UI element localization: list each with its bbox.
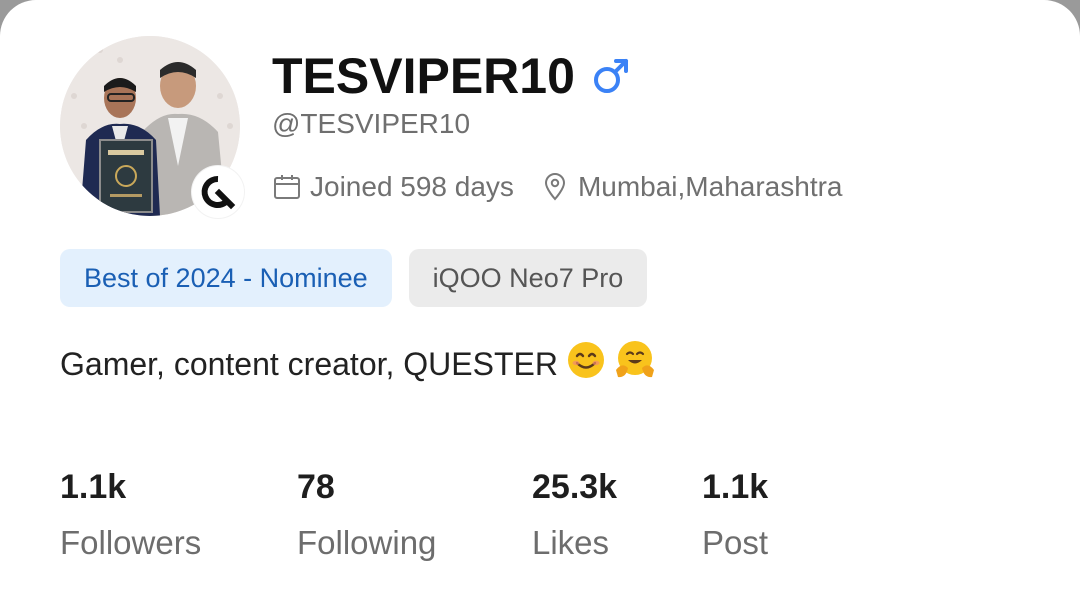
stat-following[interactable]: 78 Following — [297, 462, 436, 568]
likes-count: 25.3k — [532, 467, 618, 506]
stat-posts[interactable]: 1.1k Post — [702, 462, 768, 568]
quest-logo-icon — [192, 166, 244, 218]
male-symbol-icon — [591, 56, 631, 96]
device-tag[interactable]: iQOO Neo7 Pro — [408, 249, 648, 307]
profile-card: TESVIPER10 @TESVIPER10 Joined 598 days M… — [0, 0, 1080, 589]
joined-text: Joined 598 days — [310, 171, 514, 202]
likes-label: Likes — [532, 524, 610, 561]
nominee-tag[interactable]: Best of 2024 - Nominee — [60, 249, 392, 307]
hugging-face-emoji — [614, 340, 656, 388]
bio: Gamer, content creator, QUESTER — [60, 340, 656, 388]
stat-followers[interactable]: 1.1k Followers — [60, 462, 201, 568]
screen: TESVIPER10 @TESVIPER10 Joined 598 days M… — [0, 0, 1080, 589]
following-count: 78 — [297, 467, 335, 506]
smiling-face-emoji — [566, 340, 606, 388]
profile-tags: Best of 2024 - Nominee iQOO Neo7 Pro — [60, 249, 648, 307]
followers-count: 1.1k — [60, 467, 127, 506]
user-handle: @TESVIPER10 — [272, 108, 471, 139]
location-pin-icon — [544, 173, 565, 201]
location-info: Mumbai,Maharashtra — [540, 171, 843, 203]
location-text: Mumbai,Maharashtra — [577, 171, 843, 202]
bio-text: Gamer, content creator, QUESTER — [60, 345, 558, 382]
calendar-icon — [274, 175, 300, 199]
joined-info: Joined 598 days — [272, 171, 514, 203]
posts-label: Post — [702, 524, 769, 561]
profile-meta: Joined 598 days Mumbai,Maharashtra — [272, 166, 843, 208]
name-row: TESVIPER10 — [272, 44, 631, 108]
display-name: TESVIPER10 — [272, 48, 575, 104]
stat-likes[interactable]: 25.3k Likes — [532, 462, 617, 568]
followers-label: Followers — [60, 524, 202, 561]
posts-count: 1.1k — [702, 467, 769, 506]
following-label: Following — [297, 524, 437, 561]
